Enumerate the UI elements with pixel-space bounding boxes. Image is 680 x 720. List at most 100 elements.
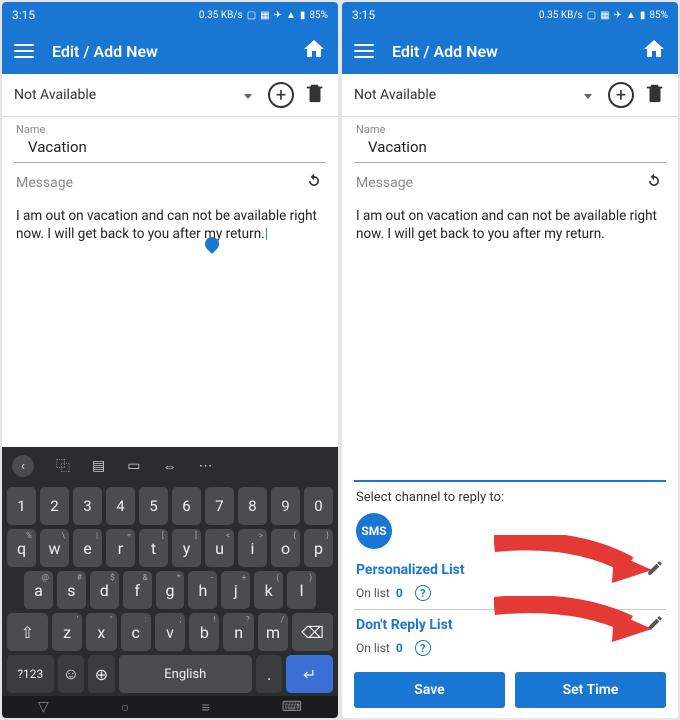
key-k[interactable]: k( [254, 571, 283, 609]
key-v[interactable]: v; [155, 613, 185, 651]
key-7[interactable]: 7 [205, 487, 234, 525]
key-6[interactable]: 6 [172, 487, 201, 525]
caret-down-icon [584, 94, 592, 99]
key-8[interactable]: 8 [238, 487, 267, 525]
menu-icon[interactable] [354, 44, 374, 58]
refresh-icon[interactable] [304, 171, 324, 195]
key-y[interactable]: y] [172, 529, 201, 567]
key-2[interactable]: 2 [40, 487, 69, 525]
dontreply-count: On list 0 ? [342, 638, 678, 662]
keyboard-toolbar: ‹ ⿻ ▤ ▭ ⇔ ⋯ [4, 451, 336, 483]
key-emoji[interactable]: ☺ [58, 655, 85, 693]
key-i[interactable]: i> [238, 529, 267, 567]
delete-button[interactable] [644, 82, 666, 108]
key-9[interactable]: 9 [271, 487, 300, 525]
key-n[interactable]: n? [223, 613, 253, 651]
key-0[interactable]: 0 [304, 487, 333, 525]
key-q[interactable]: q% [7, 529, 36, 567]
key-b[interactable]: b! [189, 613, 219, 651]
kb-cursor-icon[interactable]: ⇔ [162, 458, 176, 475]
key-space[interactable]: English [119, 655, 252, 693]
add-button[interactable]: + [268, 82, 294, 108]
key-3[interactable]: 3 [73, 487, 102, 525]
message-textarea[interactable]: I am out on vacation and can not be avai… [2, 199, 338, 247]
key-l[interactable]: l) [287, 571, 316, 609]
help-icon[interactable]: ? [415, 585, 431, 601]
kb-back-icon[interactable]: ‹ [12, 455, 34, 477]
key-period[interactable]: . [256, 655, 283, 693]
message-label: Message [16, 175, 304, 191]
key-g[interactable]: g* [156, 571, 185, 609]
battery-icon: ▮ [300, 10, 306, 21]
kb-row-1: q% w\ e| r= t[ y] u< i> o{ p} [4, 529, 336, 567]
nav-ime-icon[interactable]: ⌨ [282, 699, 302, 715]
key-z[interactable]: z' [52, 613, 82, 651]
nav-recent-icon[interactable]: ≡ [201, 699, 209, 716]
message-textarea[interactable]: I am out on vacation and can not be avai… [342, 199, 678, 247]
key-s[interactable]: s# [57, 571, 86, 609]
name-input[interactable]: Vacation [14, 136, 326, 163]
add-button[interactable]: + [608, 82, 634, 108]
dontreply-list-header: Don't Reply List [342, 612, 678, 638]
save-button[interactable]: Save [354, 672, 505, 708]
key-m[interactable]: m/ [258, 613, 288, 651]
nav-home-icon[interactable]: ○ [121, 699, 129, 716]
key-shift[interactable]: ⇧ [7, 613, 48, 651]
key-u[interactable]: u< [205, 529, 234, 567]
key-a[interactable]: a@ [24, 571, 53, 609]
status-dropdown[interactable]: Not Available [354, 87, 598, 103]
key-o[interactable]: o{ [271, 529, 300, 567]
app-bar: Edit / Add New [2, 28, 338, 74]
key-h[interactable]: h- [188, 571, 217, 609]
key-r[interactable]: r= [106, 529, 135, 567]
kb-screen-icon[interactable]: ▭ [127, 458, 140, 474]
key-t[interactable]: t[ [139, 529, 168, 567]
nav-keyboard-icon[interactable]: ▽ [38, 699, 49, 715]
key-d[interactable]: d$ [90, 571, 119, 609]
left-screenshot: 3:15 0.35 KB/s ▢▦✈▲ ▮85% Edit / Add New … [2, 2, 338, 718]
kb-clipboard-icon[interactable]: ▤ [92, 458, 105, 474]
kb-more-icon[interactable]: ⋯ [198, 458, 212, 474]
status-dropdown[interactable]: Not Available [14, 87, 258, 103]
key-p[interactable]: p} [304, 529, 333, 567]
set-time-button[interactable]: Set Time [515, 672, 666, 708]
status-dropdown-row: Not Available + [2, 74, 338, 117]
kb-translate-icon[interactable]: ⿻ [56, 456, 70, 476]
kb-row-3: ⇧ z' x" c: v; b! n? m/ ⌫ [4, 613, 336, 651]
app-bar: Edit / Add New [342, 28, 678, 74]
personalized-list-header: Personalized List [342, 557, 678, 583]
home-icon[interactable] [642, 37, 666, 65]
key-f[interactable]: f& [123, 571, 152, 609]
edit-personalized-icon[interactable] [646, 559, 664, 581]
key-enter[interactable]: ↵ [286, 655, 333, 693]
key-j[interactable]: j+ [221, 571, 250, 609]
android-nav-bar: ▽ ○ ≡ ⌨ [2, 696, 338, 718]
delete-button[interactable] [304, 82, 326, 108]
home-icon[interactable] [302, 37, 326, 65]
key-w[interactable]: w\ [40, 529, 69, 567]
refresh-icon[interactable] [644, 171, 664, 195]
name-input[interactable]: Vacation [354, 136, 666, 163]
menu-icon[interactable] [14, 44, 34, 58]
key-e[interactable]: e| [73, 529, 102, 567]
key-globe[interactable]: ⊕ [88, 655, 115, 693]
kb-row-4: ?123 ☺ ⊕ English . ↵ [4, 655, 336, 693]
help-icon[interactable]: ? [415, 640, 431, 656]
kb-row-nums: 1 2 3 4 5 6 7 8 9 0 [4, 487, 336, 525]
right-screenshot: 3:15 0.35 KB/s ▢▦✈▲ ▮85% Edit / Add New … [342, 2, 678, 718]
key-4[interactable]: 4 [106, 487, 135, 525]
key-symbols[interactable]: ?123 [7, 655, 54, 693]
soft-keyboard[interactable]: ‹ ⿻ ▤ ▭ ⇔ ⋯ 1 2 3 4 5 6 7 8 9 0 q% w\ e|… [2, 447, 338, 696]
personalized-count: On list 0 ? [342, 583, 678, 607]
key-5[interactable]: 5 [139, 487, 168, 525]
app-title: Edit / Add New [52, 42, 302, 61]
key-c[interactable]: c: [121, 613, 151, 651]
status-bar: 3:15 0.35 KB/s ▢▦✈▲ ▮85% [342, 2, 678, 28]
kb-row-2: a@ s# d$ f& g* h- j+ k( l) [4, 571, 336, 609]
sms-channel[interactable]: SMS [356, 513, 392, 549]
edit-dontreply-icon[interactable] [646, 614, 664, 636]
key-x[interactable]: x" [86, 613, 116, 651]
key-1[interactable]: 1 [7, 487, 36, 525]
status-time: 3:15 [12, 8, 199, 22]
key-backspace[interactable]: ⌫ [292, 613, 333, 651]
